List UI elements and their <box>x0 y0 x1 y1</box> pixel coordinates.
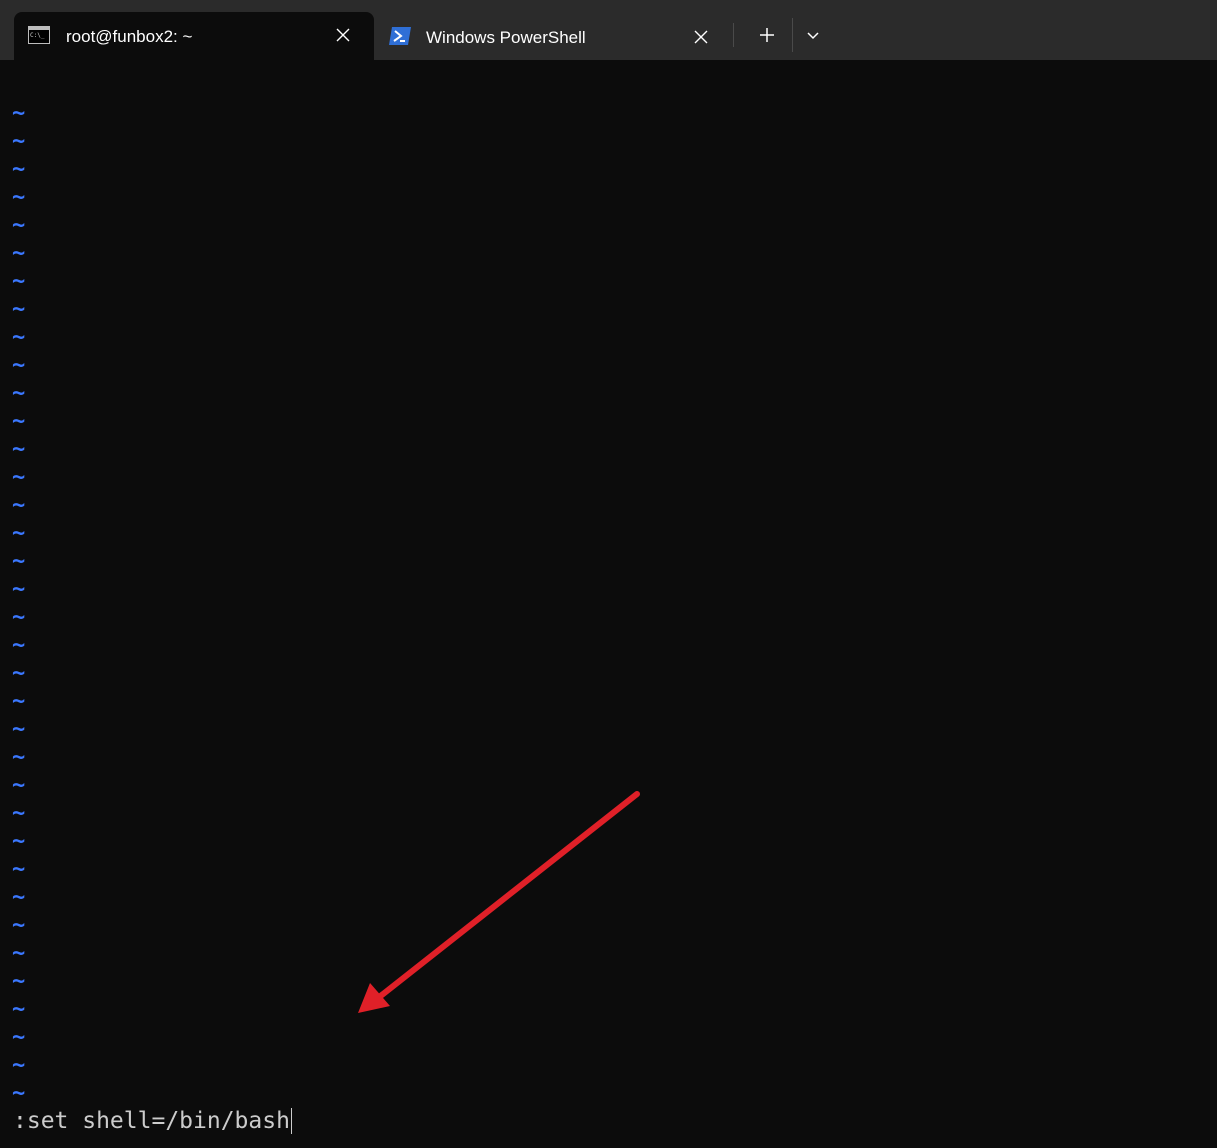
tab-title: Windows PowerShell <box>426 28 586 47</box>
vim-command-line: :set shell=/bin/bash <box>13 1107 292 1135</box>
text-cursor <box>290 1108 292 1134</box>
empty-line-marker: ~ <box>12 829 26 854</box>
empty-line-marker: ~ <box>12 465 26 490</box>
svg-text:C:\_: C:\_ <box>30 32 45 39</box>
empty-line-marker: ~ <box>12 1025 26 1050</box>
empty-line-marker: ~ <box>12 997 26 1022</box>
empty-line-marker: ~ <box>12 549 26 574</box>
empty-line-marker: ~ <box>12 493 26 518</box>
empty-line-marker: ~ <box>12 913 26 938</box>
empty-line-marker: ~ <box>12 745 26 770</box>
tab-divider <box>733 23 734 47</box>
empty-line-marker: ~ <box>12 857 26 882</box>
tab-bar: C:\_ root@funbox2: ~ Windows PowerShell <box>0 0 1217 60</box>
powershell-icon <box>388 26 411 45</box>
terminal-window: C:\_ root@funbox2: ~ Windows PowerShell <box>0 0 1217 1148</box>
empty-line-marker: ~ <box>12 157 26 182</box>
empty-line-marker: ~ <box>12 353 26 378</box>
cmd-icon: C:\_ <box>28 26 50 44</box>
empty-line-marker: ~ <box>12 689 26 714</box>
tab-title: root@funbox2: ~ <box>66 27 193 46</box>
empty-line-marker: ~ <box>12 941 26 966</box>
empty-line-marker: ~ <box>12 661 26 686</box>
empty-line-marker: ~ <box>12 381 26 406</box>
empty-line-marker: ~ <box>12 241 26 266</box>
terminal-pane[interactable]: ~ ~ ~ ~ ~ ~ ~ ~ ~ ~ ~ ~ ~ ~ ~ ~ ~ ~ ~ ~ ~ ~ ~ ~ ~ ~ ~ ~ ~ ~ ~ ~ ~ ~ ~ ~ :se… <box>0 60 1217 1148</box>
tab-divider <box>792 18 793 52</box>
empty-line-marker: ~ <box>12 521 26 546</box>
empty-line-marker: ~ <box>12 185 26 210</box>
empty-line-marker: ~ <box>12 213 26 238</box>
empty-line-marker: ~ <box>12 885 26 910</box>
tab-windows-powershell[interactable]: Windows PowerShell <box>376 12 726 60</box>
chevron-down-icon <box>807 32 819 40</box>
empty-line-marker: ~ <box>12 605 26 630</box>
close-icon[interactable] <box>692 28 710 46</box>
empty-line-marker: ~ <box>12 325 26 350</box>
empty-line-marker: ~ <box>12 717 26 742</box>
empty-line-marker: ~ <box>12 577 26 602</box>
empty-line-marker: ~ <box>12 101 26 126</box>
empty-line-marker: ~ <box>12 129 26 154</box>
empty-line-marker: ~ <box>12 269 26 294</box>
tab-root-funbox2[interactable]: C:\_ root@funbox2: ~ <box>14 12 374 60</box>
empty-line-marker: ~ <box>12 801 26 826</box>
empty-line-marker: ~ <box>12 437 26 462</box>
plus-icon <box>760 28 774 42</box>
empty-line-marker: ~ <box>12 409 26 434</box>
empty-line-marker: ~ <box>12 1081 26 1106</box>
close-icon[interactable] <box>334 26 352 44</box>
new-tab-button[interactable] <box>752 20 782 50</box>
command-text: :set shell=/bin/bash <box>13 1108 290 1134</box>
empty-line-marker: ~ <box>12 633 26 658</box>
empty-line-marker: ~ <box>12 297 26 322</box>
empty-line-marker: ~ <box>12 773 26 798</box>
tab-dropdown-button[interactable] <box>798 20 828 50</box>
empty-line-marker: ~ <box>12 1053 26 1078</box>
empty-line-marker: ~ <box>12 969 26 994</box>
